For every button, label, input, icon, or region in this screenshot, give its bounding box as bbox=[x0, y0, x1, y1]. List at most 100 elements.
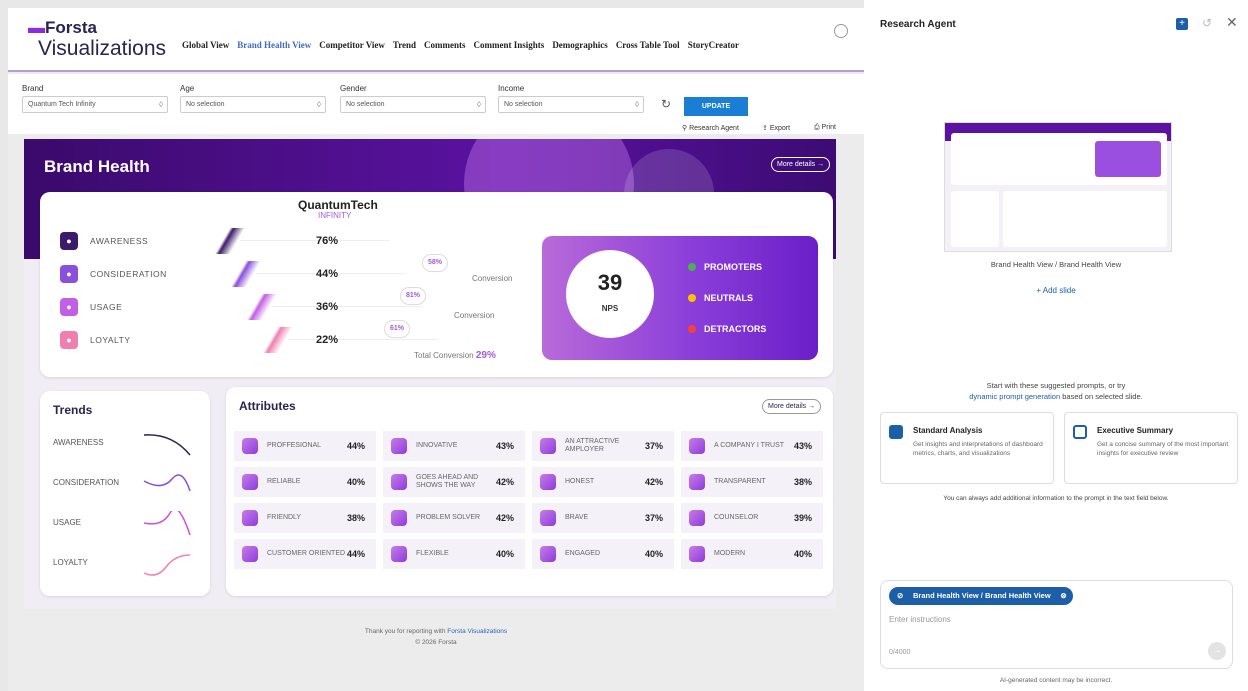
attribute-cell: TRANSPARENT 38% bbox=[681, 467, 823, 497]
nav-item-competitor-view[interactable]: Competitor View bbox=[319, 40, 385, 50]
metric-row: ● AWARENESS bbox=[60, 230, 148, 252]
forsta-link[interactable]: Forsta Visualizations bbox=[447, 628, 507, 635]
income-filter-label: Income bbox=[498, 84, 525, 93]
history-icon[interactable]: ↺ bbox=[1202, 16, 1212, 30]
attribute-icon bbox=[540, 474, 556, 490]
trend-sparkline bbox=[143, 511, 191, 536]
research-agent-button[interactable]: ⚲ Research Agent bbox=[682, 124, 739, 132]
metric-label: CONSIDERATION bbox=[90, 269, 167, 279]
slide-caption: Brand Health View / Brand Health View bbox=[990, 260, 1122, 269]
attribute-label: COUNSELOR bbox=[714, 514, 759, 521]
attribute-label: RELIABLE bbox=[267, 478, 301, 485]
export-button[interactable]: ⇪ Export bbox=[762, 124, 790, 132]
new-chat-icon[interactable]: + bbox=[1176, 18, 1188, 30]
brand-filter-label: Brand bbox=[22, 84, 44, 93]
attribute-label: AN ATTRACTIVE AMPLOYER bbox=[565, 438, 620, 453]
metric-label: LOYALTY bbox=[90, 335, 131, 345]
attribute-icon bbox=[689, 546, 705, 562]
trend-sparkline bbox=[143, 434, 191, 456]
consideration-icon: ● bbox=[60, 265, 78, 283]
attributes-title: Attributes bbox=[239, 399, 296, 413]
attribute-value: 40% bbox=[347, 477, 366, 487]
nps-value: 39 bbox=[597, 270, 623, 295]
visualizations-logo: Visualizations bbox=[38, 37, 167, 60]
age-select[interactable]: No selection ◊ bbox=[180, 96, 326, 113]
slide-thumbnail[interactable] bbox=[944, 122, 1172, 252]
nps-promoters: PROMOTERS62% bbox=[688, 262, 762, 272]
executive-summary-title: Executive Summary bbox=[1097, 426, 1174, 435]
attribute-cell: COUNSELOR 39% bbox=[681, 503, 823, 533]
attribute-value: 42% bbox=[645, 477, 664, 487]
nav-item-brand-health-view[interactable]: Brand Health View bbox=[237, 40, 311, 50]
attribute-label: HONEST bbox=[565, 478, 595, 485]
nav-item-global-view[interactable]: Global View bbox=[182, 40, 229, 50]
dynamic-prompt-link[interactable]: dynamic prompt generation bbox=[969, 392, 1060, 401]
brand-select[interactable]: Quantum Tech Infinity ◊ bbox=[22, 96, 168, 113]
attribute-icon bbox=[391, 546, 407, 562]
thumb-attributes bbox=[1003, 191, 1167, 247]
neutrals-dot bbox=[688, 294, 696, 302]
nav-item-demographics[interactable]: Demographics bbox=[552, 40, 608, 50]
remove-chip-icon[interactable]: ⊗ bbox=[1060, 587, 1066, 605]
funnel-slant bbox=[200, 228, 260, 254]
attribute-label: PROBLEM SOLVER bbox=[416, 514, 481, 521]
print-button[interactable]: ⎙ Print bbox=[814, 124, 836, 132]
detractors-dot bbox=[688, 325, 696, 333]
attribute-value: 43% bbox=[794, 441, 813, 451]
total-conversion: Total Conversion 29% bbox=[414, 350, 496, 361]
context-chip[interactable]: ⊘ Brand Health View / Brand Health View … bbox=[889, 587, 1073, 605]
funnel-slant bbox=[216, 261, 276, 287]
add-slide-button[interactable]: + Add slide bbox=[864, 286, 1248, 295]
panel-title: Research Agent bbox=[880, 19, 956, 30]
executive-summary-desc: Get a concise summary of the most import… bbox=[1097, 441, 1229, 457]
gender-select[interactable]: No selection ◊ bbox=[340, 96, 486, 113]
awareness-icon: ● bbox=[60, 232, 78, 250]
attributes-more-button[interactable]: More details → bbox=[762, 399, 822, 414]
attribute-cell: PROFFESIONAL 44% bbox=[234, 431, 376, 461]
more-details-button[interactable]: More details → bbox=[771, 157, 831, 172]
metric-row: ● CONSIDERATION bbox=[60, 263, 167, 285]
funnel-line bbox=[272, 306, 422, 307]
gear-icon[interactable] bbox=[834, 24, 848, 38]
nav-item-storycreator[interactable]: StoryCreator bbox=[688, 40, 739, 50]
loyalty-icon: ● bbox=[60, 331, 78, 349]
attribute-label: ENGAGED bbox=[565, 550, 601, 557]
briefcase-icon bbox=[1073, 425, 1087, 439]
reset-icon[interactable]: ↻ bbox=[661, 97, 671, 111]
promoters-label: PROMOTERS bbox=[704, 262, 763, 272]
trends-card: Trends AWARENESS CONSIDERATION USAGE LOYALT… bbox=[40, 391, 210, 596]
nav-item-comment-insights[interactable]: Comment Insights bbox=[474, 40, 545, 50]
close-icon[interactable]: ✕ bbox=[1226, 14, 1238, 31]
nav-item-trend[interactable]: Trend bbox=[393, 40, 416, 50]
nps-circle: 39 NPS bbox=[566, 250, 654, 338]
quantumtech-logo: QuantumTech bbox=[298, 198, 378, 212]
trend-sparkline bbox=[143, 554, 191, 576]
income-select[interactable]: No selection ◊ bbox=[498, 96, 644, 113]
standard-analysis-card[interactable]: Standard Analysis Get insights and inter… bbox=[880, 412, 1054, 484]
metric-row: ● USAGE bbox=[60, 296, 122, 318]
conversion-bubble: 61% bbox=[384, 320, 410, 338]
attribute-icon bbox=[540, 510, 556, 526]
search-icon bbox=[889, 425, 903, 439]
conversion-bubble: 58% bbox=[422, 254, 448, 272]
age-filter-label: Age bbox=[180, 84, 195, 93]
send-icon[interactable]: → bbox=[1208, 642, 1226, 660]
attribute-icon bbox=[242, 510, 258, 526]
header: ▬Forsta Visualizations Global View Brand … bbox=[8, 8, 864, 72]
attribute-value: 40% bbox=[645, 549, 664, 559]
attribute-cell: PROBLEM SOLVER 42% bbox=[383, 503, 525, 533]
executive-summary-card[interactable]: Executive Summary Get a concise summary … bbox=[1064, 412, 1238, 484]
gender-filter-label: Gender bbox=[340, 84, 367, 93]
info-note: You can always add additional informatio… bbox=[943, 495, 1169, 502]
attribute-value: 44% bbox=[347, 549, 366, 559]
attribute-icon bbox=[391, 474, 407, 490]
attribute-label: A COMPANY I TRUST bbox=[714, 442, 785, 449]
update-button[interactable]: UPDATE bbox=[684, 97, 748, 116]
funnel-slant bbox=[248, 327, 308, 353]
attribute-cell: FRIENDLY 38% bbox=[234, 503, 376, 533]
attribute-cell: RELIABLE 40% bbox=[234, 467, 376, 497]
instructions-input[interactable]: Enter instructions bbox=[889, 615, 1209, 624]
nps-panel: 39 NPS PROMOTERS62% NEUTRALS16% DETRACTORS… bbox=[542, 236, 818, 360]
nav-item-cross-table-tool[interactable]: Cross Table Tool bbox=[616, 40, 680, 50]
nav-item-comments[interactable]: Comments bbox=[424, 40, 466, 50]
